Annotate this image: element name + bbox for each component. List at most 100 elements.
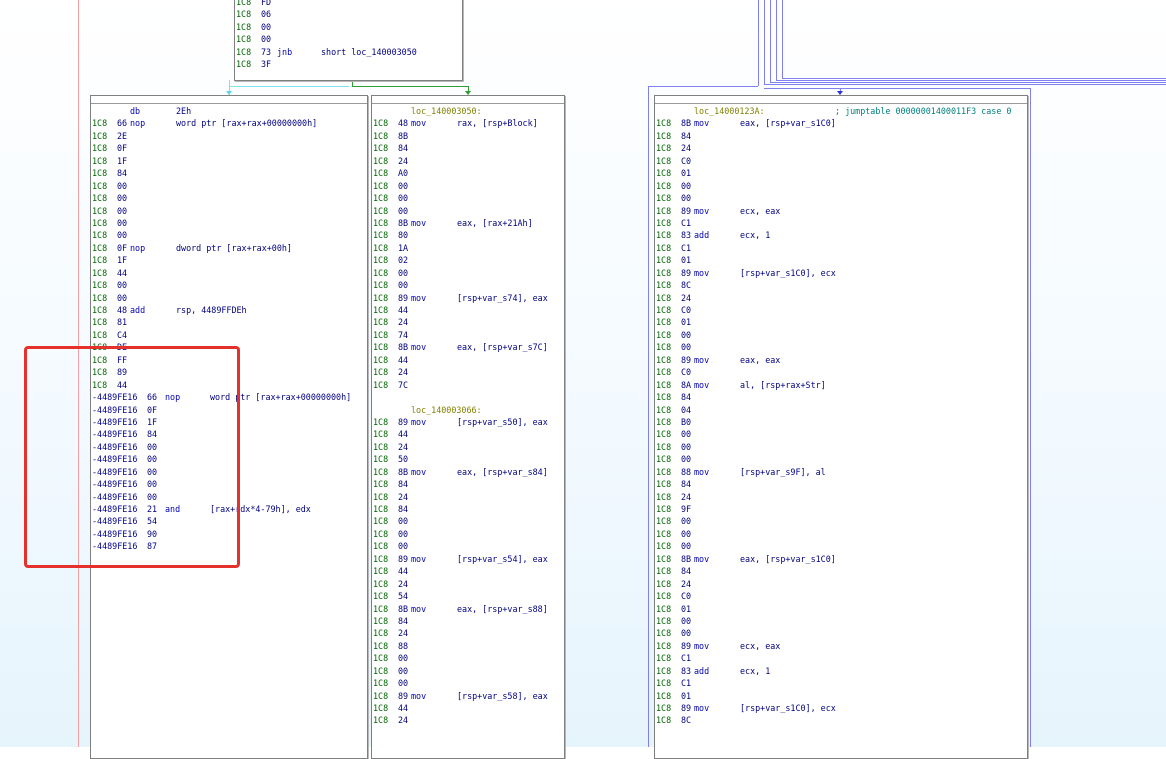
code-line[interactable]: 1C8 24 [655, 578, 1027, 590]
code-line[interactable]: 1C8 83 add ecx, 1 [655, 229, 1027, 241]
code-line[interactable]: 1C8 01 [655, 690, 1027, 702]
code-line[interactable]: 1C8 84 [372, 142, 564, 154]
code-line[interactable]: 1C8 44 [372, 565, 564, 577]
code-line[interactable]: 1C8 1F [91, 155, 367, 167]
code-line[interactable]: 1C8 02 [372, 254, 564, 266]
code-line[interactable]: 1C8 00 [655, 329, 1027, 341]
code-line[interactable]: 1C8 04 [655, 404, 1027, 416]
code-line[interactable]: 1C8 00 [372, 192, 564, 204]
code-line[interactable]: 1C8 A0 [372, 167, 564, 179]
code-line[interactable]: loc_140003050: [372, 105, 564, 117]
code-line[interactable]: 1C8 00 [655, 441, 1027, 453]
code-line[interactable]: 1C8 00 [91, 192, 367, 204]
code-line[interactable]: 1C8 00 [91, 180, 367, 192]
middle-code-block[interactable]: loc_140003050: 1C8 48 mov rax, [rsp+Block] 1C… [371, 95, 565, 759]
code-line[interactable]: 1C8 C0 [655, 304, 1027, 316]
code-line[interactable]: 1C8 C0 [655, 366, 1027, 378]
code-line[interactable]: 1C8 89 mov [rsp+var_s1C0], ecx [655, 702, 1027, 714]
code-line[interactable]: 1C8 89 mov [rsp+var_s58], eax [372, 690, 564, 702]
code-line[interactable]: 1C8 C1 [655, 217, 1027, 229]
code-line[interactable] [372, 391, 564, 403]
code-line[interactable]: 1C8 2E [91, 130, 367, 142]
code-line[interactable]: 1C8 9F [655, 503, 1027, 515]
code-line[interactable]: 1C8 00 [372, 665, 564, 677]
code-line[interactable]: 1C8 89 mov [rsp+var_s50], eax [372, 416, 564, 428]
code-line[interactable]: 1C8 54 [372, 590, 564, 602]
code-line[interactable]: 1C8 00 [372, 540, 564, 552]
code-line[interactable]: 1C8 C4 [91, 329, 367, 341]
code-line[interactable]: 1C8 88 mov [rsp+var_s9F], al [655, 466, 1027, 478]
code-line[interactable]: 1C8 89 mov [rsp+var_s54], eax [372, 553, 564, 565]
code-line[interactable]: 1C8 01 [655, 316, 1027, 328]
code-line[interactable]: 1C8 44 [372, 354, 564, 366]
code-line[interactable]: 1C8 80 [372, 229, 564, 241]
code-line[interactable]: 1C8 8B [372, 130, 564, 142]
code-line[interactable]: 1C8 C0 [655, 155, 1027, 167]
code-line[interactable]: 1C8 0F [91, 142, 367, 154]
code-line[interactable]: 1C8 24 [372, 491, 564, 503]
code-line[interactable]: 1C8 01 [655, 603, 1027, 615]
code-line[interactable]: 1C8 8B mov eax, [rax+21Ah] [372, 217, 564, 229]
code-line[interactable]: 1C8 00 [655, 341, 1027, 353]
code-line[interactable]: 1C8 24 [372, 366, 564, 378]
right-code-block[interactable]: loc_14000123A: ; jumptable 00000001400011… [654, 95, 1028, 759]
code-line[interactable]: 1C8 89 mov eax, eax [655, 354, 1027, 366]
code-line[interactable]: 1C8 1A [372, 242, 564, 254]
code-line[interactable]: 1C8 C1 [655, 242, 1027, 254]
code-line[interactable]: 1C8 24 [372, 155, 564, 167]
code-line[interactable]: 1C8 3F [235, 58, 462, 70]
code-line[interactable]: 1C8 8B mov eax, [rsp+var_s7C] [372, 341, 564, 353]
code-line[interactable]: 1C8 00 [91, 217, 367, 229]
code-line[interactable]: 1C8 84 [372, 615, 564, 627]
code-line[interactable]: 1C8 00 [655, 615, 1027, 627]
code-line[interactable]: 1C8 00 [372, 180, 564, 192]
code-line[interactable]: loc_14000123A: ; jumptable 00000001400011… [655, 105, 1027, 117]
code-line[interactable]: 1C8 01 [655, 254, 1027, 266]
code-line[interactable]: 1C8 C1 [655, 677, 1027, 689]
code-line[interactable]: 1C8 00 [655, 180, 1027, 192]
code-line[interactable]: 1C8 8B mov eax, [rsp+var_s88] [372, 603, 564, 615]
code-line[interactable]: 1C8 00 [235, 21, 462, 33]
code-line[interactable]: 1C8 84 [655, 565, 1027, 577]
code-line[interactable]: 1C8 84 [655, 130, 1027, 142]
code-line[interactable]: 1C8 00 [655, 528, 1027, 540]
code-line[interactable]: 1C8 00 [372, 652, 564, 664]
code-line[interactable]: 1C8 89 mov [rsp+var_s74], eax [372, 292, 564, 304]
code-line[interactable]: 1C8 44 [372, 304, 564, 316]
code-line[interactable]: 1C8 B0 [655, 416, 1027, 428]
code-line[interactable]: 1C8 00 [655, 627, 1027, 639]
code-line[interactable]: 1C8 8A mov al, [rsp+rax+Str] [655, 379, 1027, 391]
code-line[interactable]: 1C8 24 [655, 292, 1027, 304]
code-line[interactable]: 1C8 84 [372, 503, 564, 515]
code-line[interactable]: 1C8 8C [655, 279, 1027, 291]
code-line[interactable]: 1C8 24 [655, 142, 1027, 154]
code-line[interactable]: 1C8 44 [372, 702, 564, 714]
code-line[interactable]: 1C8 00 [655, 192, 1027, 204]
code-line[interactable]: 1C8 44 [91, 267, 367, 279]
code-line[interactable]: 1C8 00 [372, 515, 564, 527]
code-line[interactable]: 1C8 8B mov eax, [rsp+var_s1C0] [655, 553, 1027, 565]
code-line[interactable]: 1C8 50 [372, 453, 564, 465]
code-line[interactable]: 1C8 88 [372, 640, 564, 652]
code-line[interactable]: 1C8 83 add ecx, 1 [655, 665, 1027, 677]
code-line[interactable]: 1C8 48 add rsp, 4489FFDEh [91, 304, 367, 316]
code-line[interactable]: 1C8 8B mov eax, [rsp+var_s1C0] [655, 117, 1027, 129]
code-line[interactable]: 1C8 24 [372, 441, 564, 453]
code-line[interactable]: 1C8 01 [655, 167, 1027, 179]
code-line[interactable]: 1C8 84 [655, 391, 1027, 403]
code-line[interactable]: 1C8 00 [91, 229, 367, 241]
code-line[interactable]: 1C8 00 [655, 540, 1027, 552]
code-line[interactable]: 1C8 00 [655, 428, 1027, 440]
code-line[interactable]: 1C8 00 [372, 528, 564, 540]
code-line[interactable]: 1C8 7C [372, 379, 564, 391]
code-line[interactable]: 1C8 C0 [655, 590, 1027, 602]
code-line[interactable]: 1C8 C1 [655, 652, 1027, 664]
code-line[interactable]: 1C8 1F [91, 254, 367, 266]
code-line[interactable]: 1C8 24 [372, 714, 564, 726]
code-line[interactable]: 1C8 00 [372, 205, 564, 217]
code-line[interactable]: 1C8 24 [372, 578, 564, 590]
code-line[interactable]: 1C8 00 [655, 515, 1027, 527]
code-line[interactable]: 1C8 74 [372, 329, 564, 341]
code-line[interactable]: 1C8 00 [372, 279, 564, 291]
code-line[interactable]: 1C8 00 [91, 292, 367, 304]
